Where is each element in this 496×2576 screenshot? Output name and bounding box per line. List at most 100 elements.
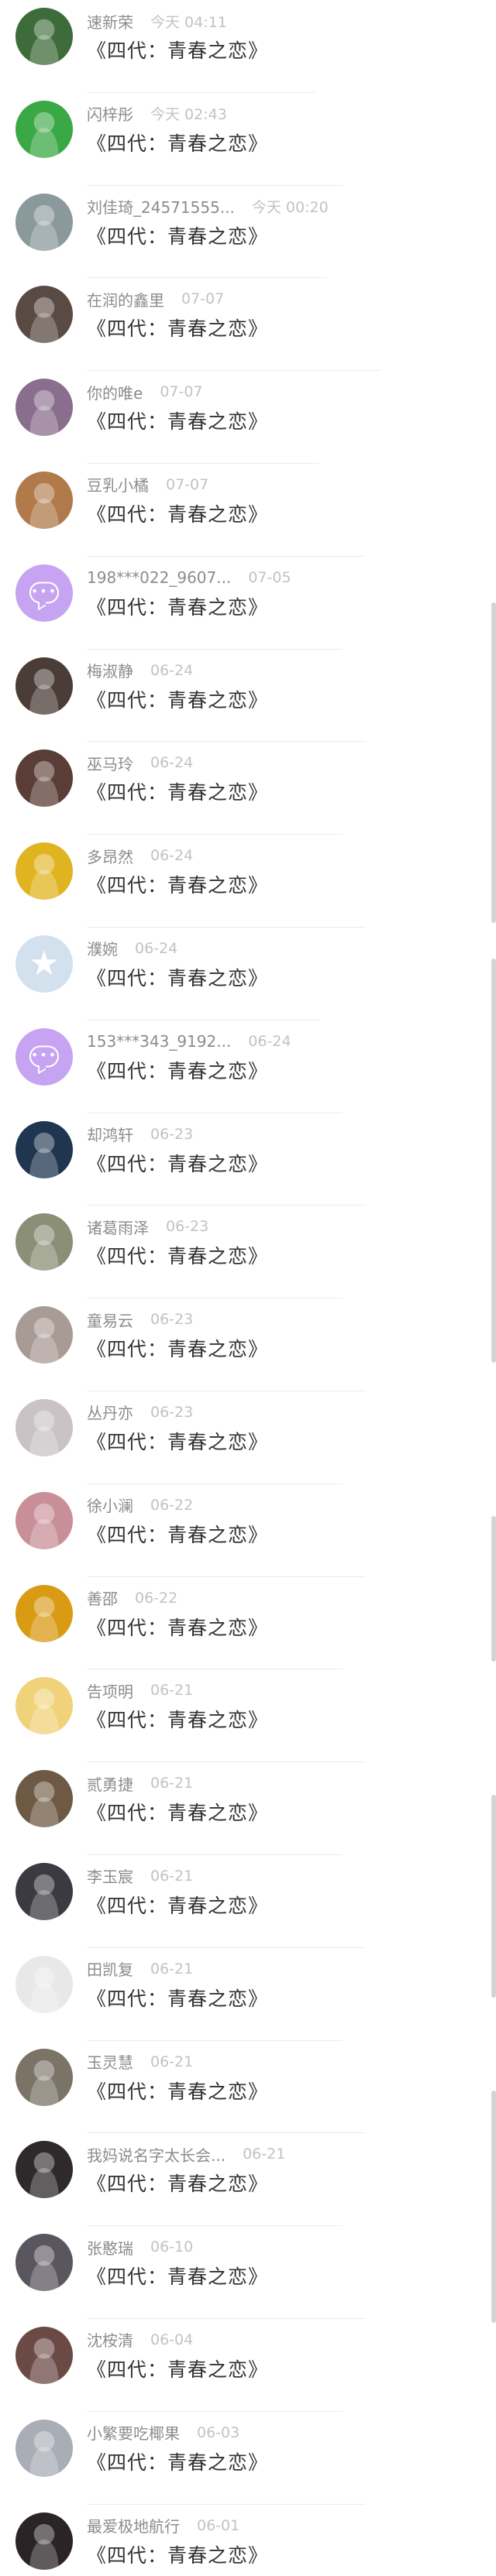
message-time: 07-07 (160, 383, 203, 401)
photo-avatar[interactable] (16, 2512, 73, 2570)
photo-avatar[interactable] (16, 2234, 73, 2292)
photo-avatar[interactable] (16, 1120, 73, 1178)
conversation-meta: 善邵 06-22 (87, 1588, 177, 1609)
conversation-item[interactable]: 沈桉清 06-04 《四代：青春之恋》 (0, 2319, 496, 2412)
contact-name: 小繁要吃椰果 (87, 2424, 180, 2444)
conversation-item[interactable]: 巫马玲 06-24 《四代：青春之恋》 (0, 742, 496, 835)
conversation-item[interactable]: 我妈说名字太长会... 06-21 《四代：青春之恋》 (0, 2133, 496, 2227)
message-preview: 《四代：青春之恋》 (87, 2173, 269, 2196)
contact-name: 最爱极地航行 (87, 2517, 180, 2537)
conversation-item[interactable]: ••• 153***343_9192... 06-24 《四代：青春之恋》 (0, 1020, 496, 1113)
photo-avatar[interactable] (16, 1862, 73, 1920)
conversation-item[interactable]: 速新荣 今天 04:11 《四代：青春之恋》 (0, 0, 496, 93)
conversation-item[interactable]: 却鸿轩 06-23 《四代：青春之恋》 (0, 1113, 496, 1206)
avatar-image (16, 2048, 73, 2106)
message-preview: 《四代：青春之恋》 (87, 1523, 269, 1546)
photo-avatar[interactable] (16, 2419, 73, 2477)
message-preview: 《四代：青春之恋》 (87, 874, 269, 897)
conversation-item[interactable]: ••• 198***022_9607... 07-05 《四代：青春之恋》 (0, 557, 496, 650)
message-time: 06-21 (150, 2053, 194, 2070)
message-time: 06-21 (243, 2146, 286, 2163)
contact-name: 多昂然 (87, 847, 133, 866)
message-preview: 《四代：青春之恋》 (87, 1152, 269, 1175)
default-star-avatar[interactable]: ★ (16, 935, 73, 993)
conversation-meta: 濮婉 06-24 (87, 938, 177, 959)
message-time: 今天 00:20 (251, 199, 329, 217)
conversation-meta: 贰勇捷 06-21 (87, 1773, 194, 1794)
photo-avatar[interactable] (16, 2141, 73, 2199)
meme-avatar[interactable] (16, 1955, 73, 2013)
photo-avatar[interactable] (16, 1677, 73, 1735)
contact-name: 却鸿轩 (87, 1126, 133, 1145)
message-time: 06-24 (150, 754, 194, 772)
conversation-meta: 巫马玲 06-24 (87, 753, 193, 773)
conversation-item[interactable]: 在润的鑫里 07-07 《四代：青春之恋》 (0, 278, 496, 372)
conversation-meta: 张憨瑞 06-10 (87, 2237, 193, 2258)
message-time: 06-24 (150, 847, 194, 865)
contact-name: 我妈说名字太长会... (87, 2146, 226, 2165)
conversation-item[interactable]: 李玉宸 06-21 《四代：青春之恋》 (0, 1855, 496, 1948)
contact-name: 告项明 (87, 1682, 133, 1701)
photo-avatar[interactable] (16, 379, 73, 437)
conversation-meta: 闪梓彤 今天 02:43 (87, 104, 227, 124)
contact-name: 李玉宸 (87, 1868, 133, 1887)
message-time: 06-21 (150, 1775, 194, 1792)
photo-avatar[interactable] (16, 2048, 73, 2106)
message-time: 06-22 (150, 1496, 194, 1514)
cartoon-avatar[interactable] (16, 100, 73, 158)
photo-avatar[interactable] (16, 8, 73, 65)
conversation-item[interactable]: 田凯复 06-21 《四代：青春之恋》 (0, 1948, 496, 2041)
conversation-item[interactable]: 最爱极地航行 06-01 《四代：青春之恋》 (0, 2505, 496, 2576)
avatar-image (16, 471, 73, 529)
photo-avatar[interactable] (16, 1770, 73, 1828)
star-icon: ★ (29, 943, 60, 983)
conversation-item[interactable]: 刘佳琦_24571555... 今天 00:20 《四代：青春之恋》 (0, 186, 496, 279)
avatar-image (16, 842, 73, 900)
avatar-image (16, 2419, 73, 2477)
avatar-image (16, 1862, 73, 1920)
message-time: 06-21 (150, 1960, 194, 1977)
contact-name: 速新荣 (87, 12, 133, 32)
message-time: 06-23 (150, 1125, 194, 1143)
message-preview: 《四代：青春之恋》 (87, 2451, 269, 2474)
conversation-item[interactable]: 丛丹亦 06-23 《四代：青春之恋》 (0, 1391, 496, 1484)
contact-name: 田凯复 (87, 1960, 133, 1980)
conversation-meta: 徐小澜 06-22 (87, 1495, 194, 1516)
photo-avatar[interactable] (16, 1213, 73, 1271)
conversation-item[interactable]: 玉灵慧 06-21 《四代：青春之恋》 (0, 2041, 496, 2134)
conversation-item[interactable]: 善邵 06-22 《四代：青春之恋》 (0, 1577, 496, 1670)
conversation-item[interactable]: 童易云 06-23 《四代：青春之恋》 (0, 1298, 496, 1391)
photo-avatar[interactable] (16, 471, 73, 529)
contact-name: 诸葛雨泽 (87, 1218, 149, 1237)
default-bubble-avatar[interactable]: ••• (16, 1027, 73, 1086)
conversation-item[interactable]: 小繁要吃椰果 06-03 《四代：青春之恋》 (0, 2412, 496, 2505)
conversation-item[interactable]: 徐小澜 06-22 《四代：青春之恋》 (0, 1484, 496, 1577)
conversation-item[interactable]: 张憨瑞 06-10 《四代：青春之恋》 (0, 2226, 496, 2319)
conversation-item[interactable]: 你的唯e 07-07 《四代：青春之恋》 (0, 371, 496, 464)
conversation-item[interactable]: 豆乳小橘 07-07 《四代：青春之恋》 (0, 464, 496, 557)
cartoon-avatar[interactable] (16, 842, 73, 900)
conversation-item[interactable]: ★ 濮婉 06-24 《四代：青春之恋》 (0, 928, 496, 1020)
conversation-item[interactable]: 闪梓彤 今天 02:43 《四代：青春之恋》 (0, 93, 496, 186)
photo-avatar[interactable] (16, 2326, 73, 2384)
message-preview: 《四代：青春之恋》 (87, 1430, 269, 1453)
photo-avatar[interactable] (16, 193, 73, 251)
default-bubble-avatar[interactable]: ••• (16, 564, 73, 622)
photo-avatar[interactable] (16, 1491, 73, 1549)
avatar-image (16, 2234, 73, 2292)
conversation-item[interactable]: 多昂然 06-24 《四代：青春之恋》 (0, 835, 496, 928)
photo-avatar[interactable] (16, 286, 73, 344)
conversation-item[interactable]: 梅淑静 06-24 《四代：青春之恋》 (0, 650, 496, 743)
photo-avatar[interactable] (16, 1584, 73, 1642)
photo-avatar[interactable] (16, 657, 73, 715)
conversation-meta: 诸葛雨泽 06-23 (87, 1216, 208, 1237)
conversation-item[interactable]: 贰勇捷 06-21 《四代：青春之恋》 (0, 1762, 496, 1855)
photo-avatar[interactable] (16, 1398, 73, 1456)
conversation-item[interactable]: 诸葛雨泽 06-23 《四代：青春之恋》 (0, 1206, 496, 1299)
conversation-meta: 豆乳小橘 07-07 (87, 475, 208, 496)
photo-avatar[interactable] (16, 749, 73, 808)
dots-icon: ••• (30, 1047, 58, 1062)
photo-avatar[interactable] (16, 1306, 73, 1364)
conversation-item[interactable]: 告项明 06-21 《四代：青春之恋》 (0, 1669, 496, 1763)
conversation-meta: 198***022_9607... 07-05 (87, 568, 291, 588)
